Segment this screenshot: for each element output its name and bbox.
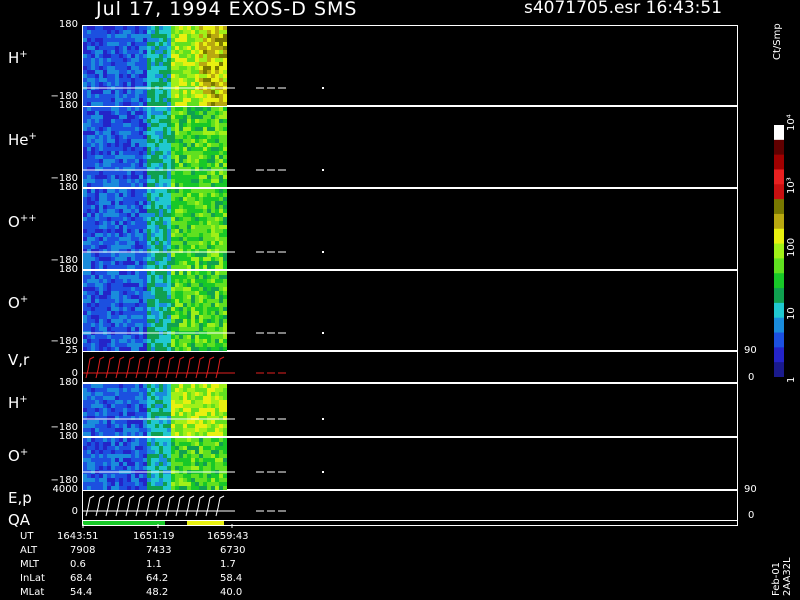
colorbar-swatch	[774, 199, 784, 215]
trace-dot	[322, 251, 324, 253]
qa-bar-frame	[82, 520, 738, 526]
spectrogram-cells	[83, 438, 227, 490]
sms-spectrogram-display: Jul 17, 1994 EXOS-D SMS s4071705.esr 16:…	[0, 0, 800, 600]
orbit-label: ALT	[20, 545, 38, 556]
spectrogram-cells	[83, 107, 227, 187]
orbit-value: 7433	[146, 545, 172, 556]
orbit-value: 7908	[70, 545, 96, 556]
colorbar-swatch	[774, 184, 784, 200]
colorbar-tick: 1	[786, 376, 797, 383]
orbit-value: 1.1	[146, 559, 162, 570]
date-stamp: Feb-01 2AA32L	[771, 557, 793, 596]
colorbar-swatch	[774, 213, 784, 230]
orbit-value: 1643:51	[57, 531, 99, 542]
colorbar-swatch	[774, 302, 784, 319]
spectrogram-cells	[83, 26, 227, 106]
colorbar-swatch	[774, 347, 784, 363]
orbit-label: MLT	[20, 559, 39, 570]
orbit-value: 58.4	[220, 573, 243, 584]
colorbar-swatch	[774, 317, 784, 334]
orbit-value: 1651:19	[133, 531, 175, 542]
orbit-value: 6730	[220, 545, 246, 556]
spectrogram-cells	[83, 189, 227, 269]
orbit-value: 0.6	[70, 559, 86, 570]
spectrogram-panels	[82, 25, 738, 528]
colorbar-swatch	[774, 169, 784, 185]
colorbar-swatch	[774, 288, 784, 304]
orbit-value: 1.7	[220, 559, 236, 570]
colorbar-swatch	[774, 228, 784, 245]
colorbar-swatch	[774, 258, 784, 274]
colorbar-swatch	[774, 362, 784, 377]
orbit-value: 40.0	[220, 587, 243, 598]
colorbar-swatch	[774, 273, 784, 289]
orbit-label: InLat	[20, 573, 45, 584]
colorbar-tick: 10³	[786, 177, 797, 194]
orbit-value: 1659:43	[207, 531, 249, 542]
colorbar-swatch	[774, 125, 784, 141]
orbit-value: 68.4	[70, 573, 93, 584]
spectrogram-cells	[83, 271, 227, 351]
colorbar-tick: 100	[786, 237, 797, 257]
colorbar-swatch	[774, 154, 784, 170]
colorbar-swatch	[774, 139, 784, 156]
trace-dot	[322, 418, 324, 420]
orbit-label: UT	[20, 531, 34, 542]
trace-dot	[322, 169, 324, 171]
spectrogram-cells	[83, 384, 227, 436]
orbit-label: MLat	[20, 587, 45, 598]
velocity-trace	[83, 356, 288, 379]
colorbar-tick: 10⁴	[786, 114, 797, 131]
colorbar-swatch	[774, 332, 784, 348]
colorbar	[774, 125, 784, 377]
orbit-value: 54.4	[70, 587, 93, 598]
energy-trace	[83, 495, 288, 517]
orbit-value: 48.2	[146, 587, 169, 598]
orbit-value: 64.2	[146, 573, 169, 584]
trace-dot	[322, 332, 324, 334]
panel-frame	[82, 351, 738, 383]
trace-dot	[322, 87, 324, 89]
trace-dot	[322, 471, 324, 473]
colorbar-unit: Ct/Smp	[772, 23, 783, 60]
colorbar-tick: 10	[786, 307, 797, 320]
panel-frame	[82, 490, 738, 521]
colorbar-swatch	[774, 243, 784, 259]
